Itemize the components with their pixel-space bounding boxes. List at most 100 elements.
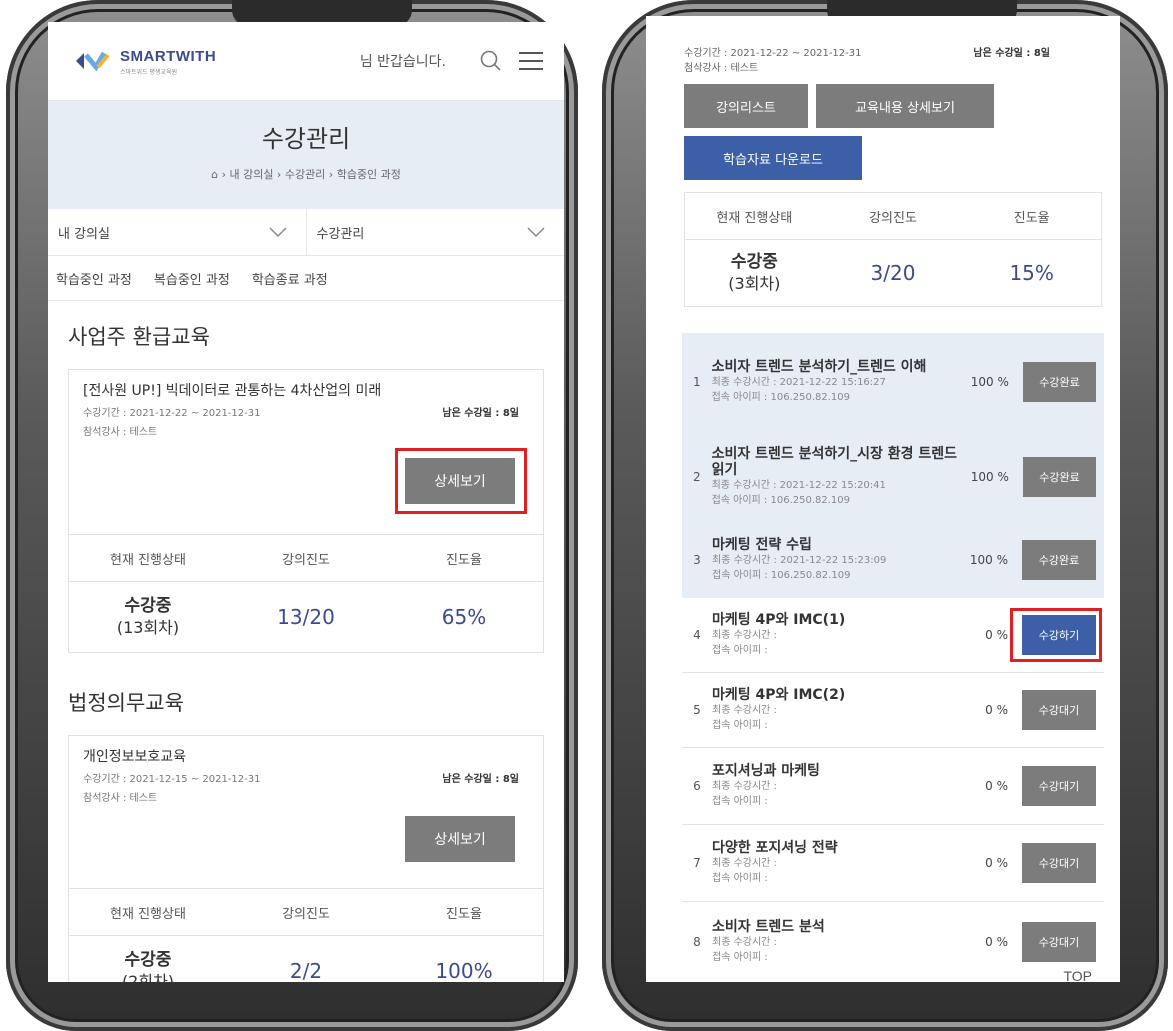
lesson-complete-button[interactable]: 수강완료 bbox=[1022, 362, 1096, 402]
search-button[interactable] bbox=[476, 46, 506, 76]
page-hero: 수강관리 ⌂ › 내 강의실 › 수강관리 › 학습중인 과정 bbox=[48, 101, 564, 209]
phone-frame-left: SMARTWITH 스마트위드 평생교육원 님 반갑습니다. 수강관리 ⌂ › … bbox=[6, 0, 578, 1031]
category-selectors: 내 강의실 수강관리 bbox=[48, 209, 564, 256]
lesson-number: 2 bbox=[692, 470, 701, 484]
logo-subtext: 스마트위드 평생교육원 bbox=[120, 69, 178, 76]
lesson-wait-button[interactable]: 수강대기 bbox=[1022, 843, 1096, 883]
screen-right: 수강기간 : 2021-12-22 ~ 2021-12-31 남은 수강일 : … bbox=[646, 16, 1120, 982]
lesson-wait-button[interactable]: 수강대기 bbox=[1022, 766, 1096, 806]
course-teacher: 첨삭강사 : 테스트 bbox=[684, 63, 759, 74]
lesson-complete-button[interactable]: 수강완료 bbox=[1022, 540, 1096, 580]
progress-value: 2/2 bbox=[289, 959, 323, 982]
remaining-days: 남은 수강일 : 8일 bbox=[973, 48, 1050, 59]
greeting-text: 님 반갑습니다. bbox=[359, 54, 446, 70]
lesson-number: 6 bbox=[693, 779, 701, 793]
col-rate: 진도율 bbox=[446, 552, 482, 568]
col-progress: 강의진도 bbox=[282, 906, 330, 922]
section-title: 사업주 환급교육 bbox=[68, 325, 210, 349]
chevron-down-icon bbox=[268, 227, 287, 238]
course-card: 개인정보보호교육 수강기간 : 2021-12-15 ~ 2021-12-31 … bbox=[68, 735, 544, 982]
home-icon[interactable]: ⌂ bbox=[211, 168, 218, 181]
highlight-box bbox=[395, 448, 527, 514]
course-title: 개인정보보호교육 bbox=[83, 749, 187, 765]
course-period: 수강기간 : 2021-12-15 ~ 2021-12-31 bbox=[83, 774, 261, 785]
course-action-buttons: 강의리스트 교육내용 상세보기 학습자료 다운로드 bbox=[646, 74, 1024, 180]
lesson-last-time: 최종 수강시간 : bbox=[712, 705, 777, 716]
lesson-complete-button[interactable]: 수강완료 bbox=[1022, 457, 1096, 497]
course-teacher: 참석강사 : 테스트 bbox=[83, 793, 158, 804]
lesson-title: 다양한 포지셔닝 전략 bbox=[712, 840, 838, 856]
lesson-percent: 0 % bbox=[985, 703, 1008, 717]
screen-left: SMARTWITH 스마트위드 평생교육원 님 반갑습니다. 수강관리 ⌂ › … bbox=[48, 22, 564, 982]
lesson-row: 4 마케팅 4P와 IMC(1) 최종 수강시간 : 접속 아이피 : 0 % … bbox=[682, 598, 1104, 673]
select-course-management[interactable]: 수강관리 bbox=[307, 209, 565, 255]
hamburger-icon bbox=[519, 52, 543, 70]
lesson-wait-button[interactable]: 수강대기 bbox=[1022, 922, 1096, 962]
lesson-last-time: 최종 수강시간 : bbox=[712, 781, 777, 792]
lesson-ip: 접속 아이피 : bbox=[712, 873, 768, 884]
lesson-percent: 0 % bbox=[985, 856, 1008, 870]
progress-summary: 현재 진행상태 강의진도 진도율 수강중 (3회차) 3/20 15% bbox=[684, 192, 1102, 307]
lesson-title: 소비자 트렌드 분석하기_트렌드 이해 bbox=[711, 359, 927, 375]
highlight-box bbox=[1010, 608, 1102, 662]
lesson-ip: 접속 아이피 : 106.250.82.109 bbox=[711, 495, 851, 506]
tab-finished[interactable]: 학습종료 과정 bbox=[252, 269, 328, 288]
lesson-last-time: 최종 수강시간 : bbox=[712, 630, 777, 641]
status-session: (13회차) bbox=[116, 618, 180, 637]
phone-frame-right: 수강기간 : 2021-12-22 ~ 2021-12-31 남은 수강일 : … bbox=[602, 0, 1168, 1031]
lesson-last-time: 최종 수강시간 : 2021-12-22 15:20:41 bbox=[711, 480, 886, 491]
lesson-ip: 접속 아이피 : bbox=[712, 952, 768, 963]
course-title: [전사원 UP!] 빅데이터로 관통하는 4차산업의 미래 bbox=[83, 383, 382, 399]
lesson-title: 소비자 트렌드 분석 bbox=[712, 919, 825, 935]
detail-view-button[interactable]: 상세보기 bbox=[405, 816, 515, 862]
course-meta: 수강기간 : 2021-12-22 ~ 2021-12-31 남은 수강일 : … bbox=[646, 16, 1120, 74]
scroll-top-button[interactable]: TOP bbox=[1063, 968, 1092, 982]
logo-icon bbox=[76, 51, 110, 72]
lesson-last-time: 최종 수강시간 : 2021-12-22 15:23:09 bbox=[712, 555, 887, 566]
status-session: (3회차) bbox=[728, 274, 781, 293]
remaining-days: 남은 수강일 : 8일 bbox=[442, 408, 519, 419]
lesson-number: 8 bbox=[693, 935, 701, 949]
col-progress: 강의진도 bbox=[869, 210, 917, 226]
lesson-ip: 접속 아이피 : bbox=[712, 645, 768, 656]
lesson-row: 6 포지셔닝과 마케팅 최종 수강시간 : 접속 아이피 : 0 % 수강대기 bbox=[682, 748, 1104, 825]
course-teacher: 참석강사 : 테스트 bbox=[83, 427, 158, 438]
chevron-down-icon bbox=[527, 227, 545, 238]
course-status-tabs: 학습중인 과정 복습중인 과정 학습종료 과정 bbox=[48, 256, 564, 301]
select-my-classroom[interactable]: 내 강의실 bbox=[48, 209, 307, 255]
status-value: 수강중 bbox=[124, 950, 172, 970]
tab-in-progress[interactable]: 학습중인 과정 bbox=[56, 269, 132, 288]
lesson-last-time: 최종 수강시간 : 2021-12-22 15:16:27 bbox=[711, 377, 886, 388]
col-status: 현재 진행상태 bbox=[716, 210, 793, 226]
select-label: 내 강의실 bbox=[58, 226, 110, 242]
status-value: 수강중 bbox=[124, 596, 172, 616]
lesson-percent: 0 % bbox=[985, 779, 1008, 793]
select-label: 수강관리 bbox=[316, 226, 365, 242]
status-value: 수강중 bbox=[730, 252, 778, 272]
lecture-list-button[interactable]: 강의리스트 bbox=[684, 84, 808, 128]
tab-reviewing[interactable]: 복습중인 과정 bbox=[154, 269, 230, 288]
download-materials-button[interactable]: 학습자료 다운로드 bbox=[684, 136, 862, 180]
breadcrumb-path: › 내 강의실 › 수강관리 › 학습중인 과정 bbox=[221, 168, 401, 181]
lesson-last-time: 최종 수강시간 : bbox=[712, 937, 777, 948]
lesson-row: 8 소비자 트렌드 분석 최종 수강시간 : 접속 아이피 : 0 % 수강대기 bbox=[682, 902, 1104, 982]
menu-button[interactable] bbox=[516, 46, 546, 76]
logo[interactable]: SMARTWITH 스마트위드 평생교육원 bbox=[74, 46, 216, 76]
col-rate: 진도율 bbox=[1013, 210, 1050, 226]
lesson-percent: 0 % bbox=[985, 628, 1008, 642]
course-period: 수강기간 : 2021-12-22 ~ 2021-12-31 bbox=[684, 48, 862, 59]
col-rate: 진도율 bbox=[446, 906, 482, 922]
rate-value: 65% bbox=[441, 605, 487, 629]
course-detail-button[interactable]: 교육내용 상세보기 bbox=[816, 84, 994, 128]
lesson-row: 5 마케팅 4P와 IMC(2) 최종 수강시간 : 접속 아이피 : 0 % … bbox=[682, 673, 1104, 748]
lesson-title: 포지셔닝과 마케팅 bbox=[712, 763, 820, 779]
lesson-wait-button[interactable]: 수강대기 bbox=[1022, 690, 1096, 730]
breadcrumb: ⌂ › 내 강의실 › 수강관리 › 학습중인 과정 bbox=[48, 166, 564, 182]
lesson-ip: 접속 아이피 : 106.250.82.109 bbox=[711, 392, 851, 403]
section-title: 법정의무교육 bbox=[68, 691, 184, 715]
col-status: 현재 진행상태 bbox=[110, 906, 186, 922]
lesson-row: 3 마케팅 전략 수립 최종 수강시간 : 2021-12-22 15:23:0… bbox=[682, 523, 1104, 598]
lesson-percent: 100 % bbox=[970, 375, 1009, 389]
logo-text: SMARTWITH bbox=[120, 48, 217, 65]
lesson-row: 2 소비자 트렌드 분석하기_시장 환경 트렌드 읽기 최종 수강시간 : 20… bbox=[682, 432, 1104, 523]
